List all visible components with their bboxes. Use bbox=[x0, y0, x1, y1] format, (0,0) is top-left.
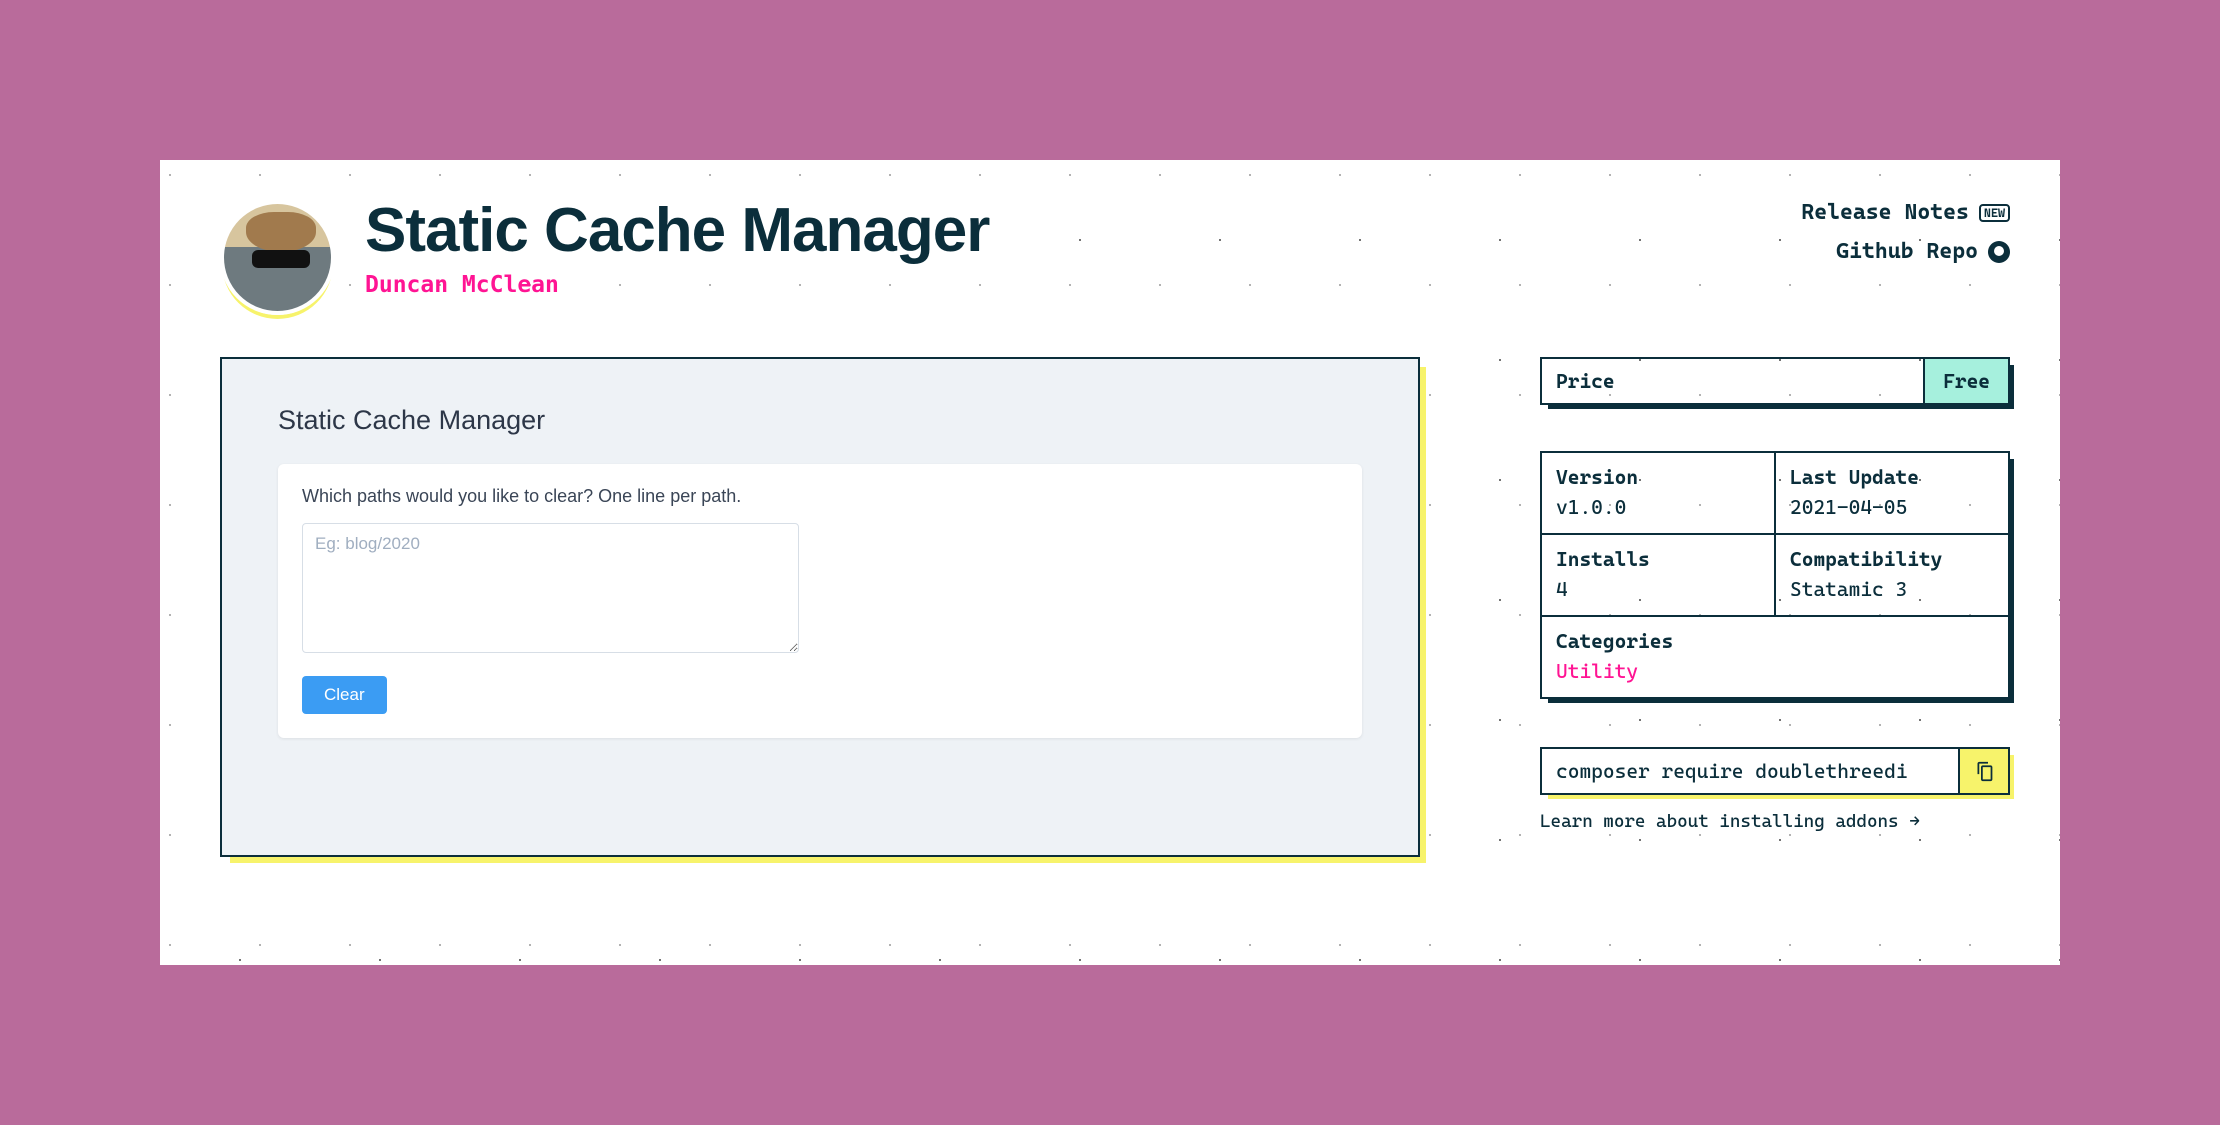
version-value: v1.0.0 bbox=[1556, 495, 1626, 519]
installs-label: Installs bbox=[1556, 547, 1760, 571]
meta-table: Version v1.0.0 Last Update 2021-04-05 In… bbox=[1540, 451, 2010, 699]
price-label: Price bbox=[1542, 359, 1923, 403]
category-link[interactable]: Utility bbox=[1556, 659, 1638, 683]
installs-value: 4 bbox=[1556, 577, 1568, 601]
github-repo-link[interactable]: Github Repo bbox=[1801, 239, 2010, 264]
paths-prompt: Which paths would you like to clear? One… bbox=[302, 486, 1338, 507]
install-command[interactable]: composer require doublethreedi bbox=[1542, 749, 1958, 793]
copy-button[interactable] bbox=[1958, 749, 2008, 793]
install-command-box: composer require doublethreedi bbox=[1540, 747, 2010, 795]
github-icon bbox=[1988, 241, 2010, 263]
clear-paths-card: Which paths would you like to clear? One… bbox=[278, 464, 1362, 738]
author-link[interactable]: Duncan McClean bbox=[365, 272, 1771, 298]
installing-addons-link[interactable]: installing addons bbox=[1719, 811, 1898, 832]
version-label: Version bbox=[1556, 465, 1760, 489]
new-badge-icon: NEW bbox=[1979, 204, 2010, 222]
github-repo-label: Github Repo bbox=[1836, 239, 1978, 264]
author-avatar[interactable] bbox=[220, 200, 335, 315]
paths-textarea[interactable] bbox=[302, 523, 799, 653]
price-value: Free bbox=[1923, 359, 2008, 403]
screenshot-title: Static Cache Manager bbox=[278, 405, 1362, 436]
release-notes-link[interactable]: Release Notes NEW bbox=[1801, 200, 2010, 225]
clear-button[interactable]: Clear bbox=[302, 676, 387, 714]
compat-value: Statamic 3 bbox=[1790, 577, 1907, 601]
price-box: Price Free bbox=[1540, 357, 2010, 405]
categories-label: Categories bbox=[1556, 629, 1994, 653]
release-notes-label: Release Notes bbox=[1801, 200, 1969, 225]
clipboard-icon bbox=[1974, 761, 1995, 782]
learn-more: Learn more about installing addons → bbox=[1540, 811, 2010, 832]
last-update-value: 2021-04-05 bbox=[1790, 495, 1907, 519]
last-update-label: Last Update bbox=[1790, 465, 1994, 489]
compat-label: Compatibility bbox=[1790, 547, 1994, 571]
screenshot-panel: Static Cache Manager Which paths would y… bbox=[220, 357, 1420, 857]
addon-title: Static Cache Manager bbox=[365, 200, 1771, 262]
